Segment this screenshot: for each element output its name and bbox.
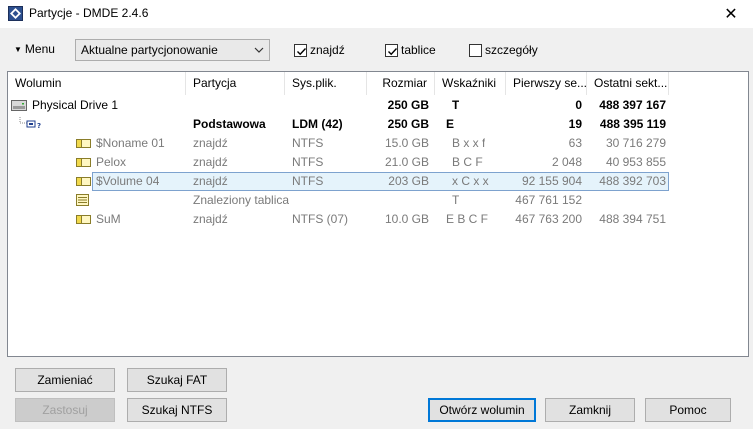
cell-filesystem: NTFS bbox=[292, 155, 324, 169]
drive-icon bbox=[11, 100, 27, 111]
cell-filesystem: LDM (42) bbox=[292, 117, 343, 131]
cell-first-sector: 467 761 152 bbox=[515, 193, 582, 207]
table-row[interactable]: SuM znajdź NTFS (07) 10.0 GB E B C F 467… bbox=[8, 210, 748, 229]
cell-partition: znajdź bbox=[193, 174, 228, 188]
table-row[interactable]: Physical Drive 1 250 GB T 0 488 397 167 bbox=[8, 96, 748, 115]
title-bar: Partycje - DMDE 2.4.6 ✕ bbox=[0, 0, 753, 28]
cell-volume: Physical Drive 1 bbox=[32, 98, 119, 112]
cell-size: 250 GB bbox=[387, 98, 429, 112]
close-icon: ✕ bbox=[724, 6, 738, 23]
table-row-selected[interactable]: $Volume 04 znajdź NTFS 203 GB x C x x 92… bbox=[8, 172, 748, 191]
volume-icon bbox=[76, 177, 91, 186]
cell-filesystem: NTFS bbox=[292, 174, 324, 188]
cell-first-sector: 467 763 200 bbox=[515, 212, 582, 226]
cell-first-sector: 63 bbox=[568, 136, 582, 150]
cell-first-sector: 2 048 bbox=[551, 155, 582, 169]
cell-volume: Pelox bbox=[96, 155, 127, 169]
check-icon bbox=[297, 47, 307, 55]
cell-partition: znajdź bbox=[193, 212, 228, 226]
pomoc-button[interactable]: Pomoc bbox=[645, 398, 731, 422]
menu-label: Menu bbox=[24, 42, 55, 56]
cell-last-sector: 488 395 119 bbox=[599, 117, 666, 131]
column-header-partycja[interactable]: Partycja bbox=[186, 72, 285, 95]
cell-first-sector: 92 155 904 bbox=[521, 174, 582, 188]
cell-size: 10.0 GB bbox=[384, 212, 429, 226]
cell-partition: Znaleziony tablica bbox=[193, 193, 290, 207]
cell-partition: znajdź bbox=[193, 155, 228, 169]
cell-flags: E bbox=[446, 117, 455, 131]
cell-last-sector: 488 397 167 bbox=[599, 98, 666, 112]
checkbox-tablice-label: tablice bbox=[401, 43, 436, 57]
cell-partition: Podstawowa bbox=[193, 117, 266, 131]
checkbox-szczegoly[interactable]: szczegóły bbox=[469, 43, 538, 57]
partitioning-mode-value: Aktualne partycjonowanie bbox=[81, 43, 218, 57]
menu-button[interactable]: ▼ Menu bbox=[14, 42, 55, 56]
close-window-button[interactable]: ✕ bbox=[709, 0, 753, 28]
window-title: Partycje - DMDE 2.4.6 bbox=[29, 6, 149, 20]
table-row[interactable]: Znaleziony tablica T 467 761 152 bbox=[8, 191, 748, 210]
zamieniac-button[interactable]: Zamieniać bbox=[15, 368, 115, 392]
app-icon bbox=[8, 6, 23, 21]
cell-first-sector: 0 bbox=[575, 98, 582, 112]
column-header-pierwszy-sektor[interactable]: Pierwszy se... bbox=[506, 72, 587, 95]
cell-size bbox=[367, 191, 429, 210]
column-header-ostatni-sektor[interactable]: Ostatni sekt... bbox=[587, 72, 669, 95]
volume-icon bbox=[76, 158, 91, 167]
cell-flags: T bbox=[452, 193, 460, 207]
cell-volume: $Volume 04 bbox=[96, 174, 160, 188]
cell-filesystem: NTFS bbox=[292, 136, 324, 150]
checkbox-szczegoly-label: szczegóły bbox=[485, 43, 538, 57]
zamknij-button[interactable]: Zamknij bbox=[545, 398, 635, 422]
cell-last-sector: 40 953 855 bbox=[605, 155, 666, 169]
checkbox-znajdz[interactable]: znajdź bbox=[294, 43, 345, 57]
cell-last-sector bbox=[587, 191, 666, 210]
cell-last-sector: 30 716 279 bbox=[605, 136, 666, 150]
table-row[interactable]: Pelox znajdź NTFS 21.0 GB B C F 2 048 40… bbox=[8, 153, 748, 172]
cell-volume: $Noname 01 bbox=[96, 136, 165, 150]
checkbox-znajdz-label: znajdź bbox=[310, 43, 345, 57]
cell-flags: E B C F bbox=[446, 212, 489, 226]
zastosuj-button[interactable]: Zastosuj bbox=[15, 398, 115, 422]
cell-size: 21.0 GB bbox=[384, 155, 429, 169]
table-icon bbox=[76, 194, 89, 206]
cell-flags: x C x x bbox=[452, 174, 489, 188]
szukaj-ntfs-button[interactable]: Szukaj NTFS bbox=[127, 398, 227, 422]
volume-icon bbox=[76, 215, 91, 224]
cell-filesystem: NTFS (07) bbox=[292, 212, 349, 226]
volume-icon bbox=[76, 139, 91, 148]
menu-dropdown-icon: ▼ bbox=[14, 44, 22, 54]
otworz-wolumin-button[interactable]: Otwórz wolumin bbox=[428, 398, 536, 422]
column-header-rozmiar[interactable]: Rozmiar bbox=[367, 72, 435, 95]
table-row[interactable]: $Noname 01 znajdź NTFS 15.0 GB B x x f 6… bbox=[8, 134, 748, 153]
cell-flags: B C F bbox=[452, 155, 483, 169]
table-row[interactable]: ? Podstawowa LDM (42) 250 GB E 19 488 39… bbox=[8, 115, 748, 134]
cell-last-sector: 488 394 751 bbox=[599, 212, 666, 226]
cell-size: 203 GB bbox=[388, 174, 429, 188]
toolbar: ▼ Menu Aktualne partycjonowanie znajdź t… bbox=[0, 28, 753, 68]
cell-last-sector: 488 392 703 bbox=[599, 174, 666, 188]
list-header: Wolumin Partycja Sys.plik. Rozmiar Wskaź… bbox=[8, 72, 748, 95]
partition-list[interactable]: Wolumin Partycja Sys.plik. Rozmiar Wskaź… bbox=[7, 71, 749, 357]
cell-flags: B x x f bbox=[452, 136, 486, 150]
column-header-sys-plik[interactable]: Sys.plik. bbox=[285, 72, 367, 95]
svg-text:?: ? bbox=[37, 122, 41, 130]
cell-size: 250 GB bbox=[387, 117, 429, 131]
cell-size: 15.0 GB bbox=[384, 136, 429, 150]
checkbox-tablice-box[interactable] bbox=[385, 43, 398, 57]
partition-tree-icon: ? bbox=[19, 117, 41, 130]
cell-first-sector: 19 bbox=[568, 117, 582, 131]
szukaj-fat-button[interactable]: Szukaj FAT bbox=[127, 368, 227, 392]
partitioning-mode-select[interactable]: Aktualne partycjonowanie bbox=[75, 39, 270, 61]
chevron-down-icon bbox=[254, 47, 264, 53]
cell-flags: T bbox=[452, 98, 460, 112]
checkbox-tablice[interactable]: tablice bbox=[385, 43, 436, 57]
cell-volume: SuM bbox=[96, 212, 121, 226]
column-header-wskazniki[interactable]: Wskaźniki bbox=[435, 72, 506, 95]
checkbox-znajdz-box[interactable] bbox=[294, 43, 307, 57]
column-header-wolumin[interactable]: Wolumin bbox=[8, 72, 186, 95]
check-icon bbox=[388, 47, 398, 55]
cell-partition: znajdź bbox=[193, 136, 228, 150]
checkbox-szczegoly-box[interactable] bbox=[469, 43, 482, 57]
